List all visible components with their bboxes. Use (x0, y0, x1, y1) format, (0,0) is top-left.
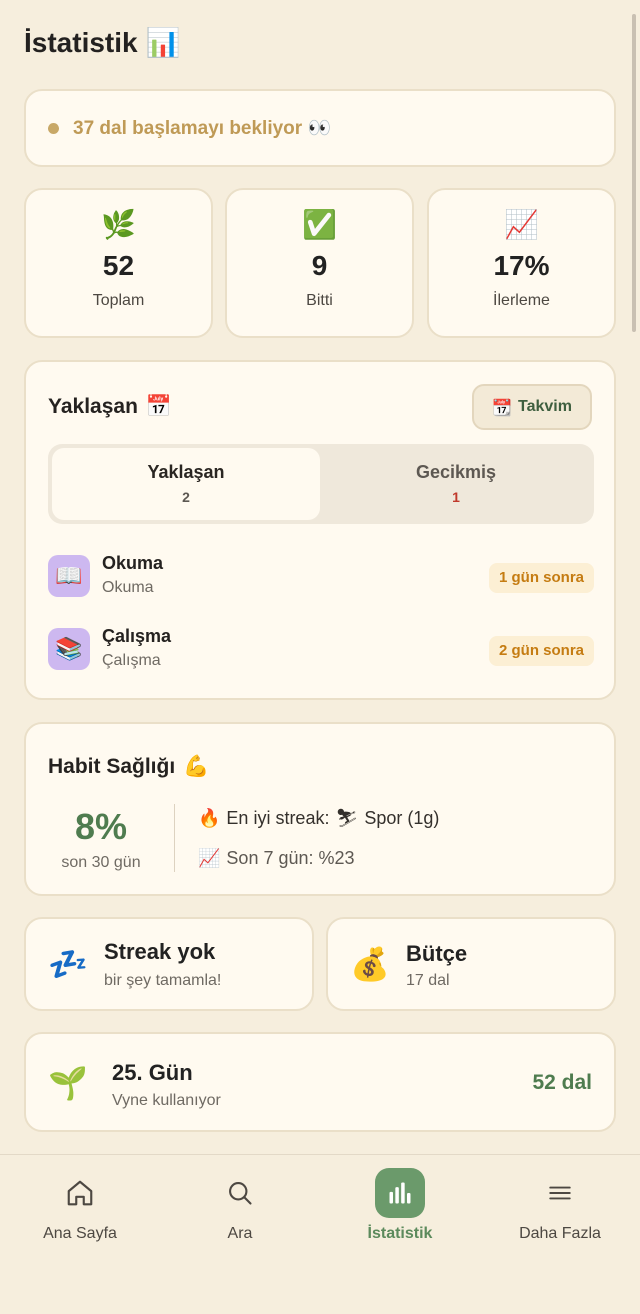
seedling-icon: 🌱 (48, 1064, 88, 1102)
best-streak-label: En iyi streak: (226, 808, 330, 828)
stat-value: 9 (311, 250, 328, 281)
check-icon: ✅ (302, 208, 337, 241)
stat-label: Toplam (92, 292, 145, 309)
item-category: Okuma (102, 579, 154, 596)
money-bag-icon: 💰 (350, 945, 390, 983)
streak-subtitle: bir şey tamamla! (104, 972, 222, 989)
best-streak-line: 🔥 En iyi streak: ⛷ Spor (1g) (198, 808, 439, 829)
flexed-biceps-icon: 💪 (183, 754, 210, 778)
stat-value: 17% (493, 250, 550, 281)
page-title: İstatistik 📊 (24, 26, 180, 59)
upcoming-title-text: Yaklaşan (48, 394, 138, 418)
stat-card-done[interactable]: ✅ 9 Bitti (225, 188, 414, 338)
search-icon (215, 1168, 265, 1218)
waiting-banner-text: 37 dal başlamayı bekliyor 👀 (73, 116, 331, 140)
branch-count: 52 dal (532, 1071, 592, 1094)
stat-card-total[interactable]: 🌿 52 Toplam (24, 188, 213, 338)
upcoming-title: Yaklaşan 📅 (48, 394, 172, 419)
nav-label: Ara (227, 1225, 253, 1242)
stat-value: 52 (102, 250, 135, 281)
streak-card[interactable]: 💤 Streak yok bir şey tamamla! (24, 917, 314, 1011)
item-name: Okuma (102, 553, 164, 573)
habit-period: son 30 gün (61, 854, 141, 871)
tab-overdue[interactable]: Gecikmiş 1 (322, 448, 590, 520)
scrollbar[interactable] (632, 14, 636, 332)
last-7-days-text: Son 7 gün: %23 (226, 848, 355, 868)
tab-label: Gecikmiş (415, 462, 497, 482)
bar-chart-icon: 📊 (145, 26, 181, 59)
status-dot (48, 122, 59, 134)
waiting-banner[interactable]: 37 dal başlamayı bekliyor 👀 (24, 89, 616, 167)
chart-up-icon: 📈 (504, 208, 539, 241)
bottom-nav: Ana Sayfa Ara İstatistik Daha Fazla (0, 1154, 640, 1314)
due-badge: 2 gün sonra (488, 636, 594, 666)
calendar-button-label: Takvim (517, 398, 572, 415)
day-subtitle: Vyne kullanıyor (112, 1092, 221, 1109)
streak-title: Streak yok (104, 939, 216, 964)
tab-upcoming[interactable]: Yaklaşan 2 (52, 448, 320, 520)
herb-icon: 🌿 (101, 208, 136, 241)
tab-count: 1 (452, 489, 460, 505)
calendar-icon: 📅 (145, 394, 173, 418)
best-streak-value: Spor (1g) (364, 808, 440, 828)
item-name: Çalışma (102, 626, 172, 646)
eyes-icon: 👀 (307, 117, 332, 139)
nav-label: İstatistik (367, 1225, 433, 1242)
list-item[interactable]: 📖 Okuma Okuma 1 gün sonra (48, 552, 594, 602)
nav-search[interactable]: Ara (160, 1155, 320, 1265)
skier-icon: ⛷ (335, 808, 359, 829)
list-item[interactable]: 📚 Çalışma Çalışma 2 gün sonra (48, 625, 594, 675)
habit-title: Habit Sağlığı 💪 (48, 754, 209, 779)
page-title-text: İstatistik (24, 26, 138, 58)
due-badge: 1 gün sonra (488, 563, 594, 593)
calendar-button[interactable]: 📆 Takvim (472, 384, 592, 430)
home-icon (55, 1168, 105, 1218)
habit-percent: 8% (74, 806, 128, 847)
calendar-spiral-icon: 📆 (492, 397, 512, 417)
nav-statistics[interactable]: İstatistik (320, 1155, 480, 1265)
usage-day-card[interactable]: 🌱 25. Gün Vyne kullanıyor 52 dal (24, 1032, 616, 1132)
budget-card[interactable]: 💰 Bütçe 17 dal (326, 917, 616, 1011)
nav-more[interactable]: Daha Fazla (480, 1155, 640, 1265)
habit-percent-block: 8% son 30 gün (26, 806, 176, 872)
habit-title-text: Habit Sağlığı (48, 754, 176, 778)
habit-health-card: Habit Sağlığı 💪 8% son 30 gün 🔥 En iyi s… (24, 722, 616, 896)
menu-icon (535, 1168, 585, 1218)
tab-count: 2 (182, 489, 190, 505)
nav-home[interactable]: Ana Sayfa (0, 1155, 160, 1265)
books-icon: 📚 (48, 628, 90, 670)
stat-label: İlerleme (493, 292, 550, 309)
nav-label: Ana Sayfa (43, 1225, 117, 1242)
sleeping-icon: 💤 (48, 945, 88, 983)
book-icon: 📖 (48, 555, 90, 597)
upcoming-card: Yaklaşan 📅 📆 Takvim Yaklaşan 2 Gecikmiş … (24, 360, 616, 700)
budget-title: Bütçe (406, 941, 468, 966)
stat-label: Bitti (306, 292, 333, 309)
tab-label: Yaklaşan (147, 462, 225, 482)
waiting-text: 37 dal başlamayı bekliyor (73, 118, 303, 139)
upcoming-tabs: Yaklaşan 2 Gecikmiş 1 (48, 444, 594, 524)
item-category: Çalışma (102, 652, 161, 669)
budget-subtitle: 17 dal (406, 972, 450, 989)
stat-card-progress[interactable]: 📈 17% İlerleme (427, 188, 616, 338)
fire-icon: 🔥 (198, 808, 221, 829)
divider (174, 804, 175, 872)
stats-icon (375, 1168, 425, 1218)
nav-label: Daha Fazla (519, 1225, 601, 1242)
day-title: 25. Gün (112, 1060, 193, 1085)
chart-up-icon: 📈 (198, 848, 221, 869)
last-7-days-line: 📈 Son 7 gün: %23 (198, 848, 355, 869)
